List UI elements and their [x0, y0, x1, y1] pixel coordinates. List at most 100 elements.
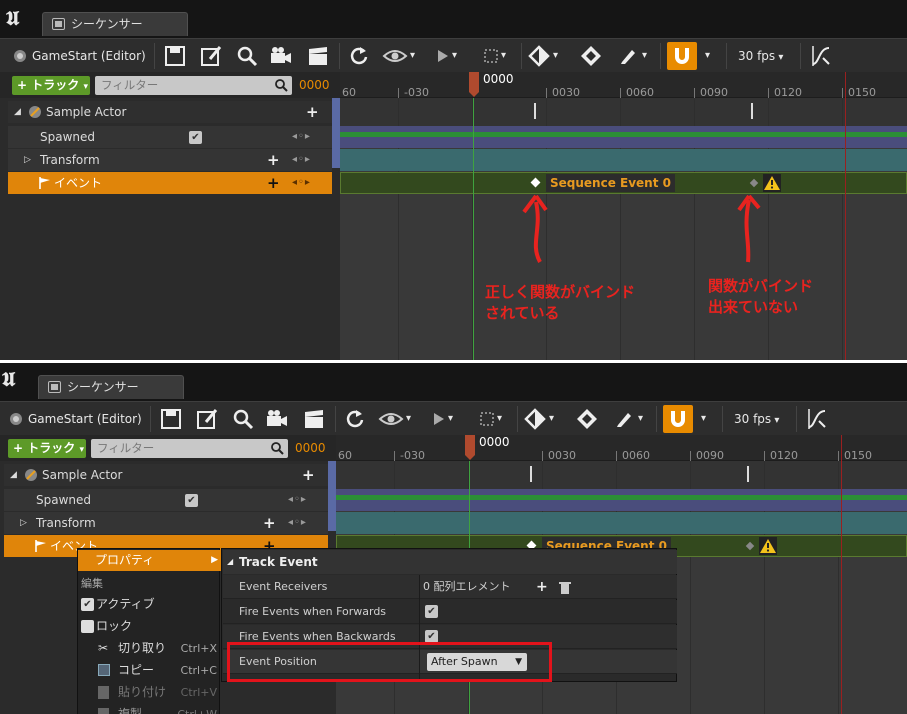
menu-item-paste[interactable]: 貼り付け Ctrl+V — [78, 682, 221, 703]
curve-editor-button[interactable] — [804, 405, 830, 433]
key-navigation-icon[interactable]: ◂◦▸ — [288, 489, 307, 511]
snap-options-dropdown[interactable]: ▾ — [705, 42, 719, 70]
menu-item-active[interactable]: ✔ アクティブ — [78, 594, 221, 615]
refresh-icon — [350, 47, 368, 65]
add-track-button[interactable]: + トラック ▾ — [12, 76, 90, 95]
save-as-button[interactable] — [198, 42, 224, 70]
track-row-transform[interactable]: ▷ Transform + ◂◦▸ — [4, 512, 328, 534]
playhead-icon[interactable] — [468, 72, 480, 98]
add-button[interactable]: + — [306, 101, 319, 123]
property-value: 0 配列エレメント — [423, 580, 511, 593]
add-button[interactable]: + — [267, 149, 280, 171]
menu-item-label: コピー — [118, 663, 155, 677]
actor-key-marker[interactable] — [751, 103, 753, 119]
time-ruler[interactable]: 60 -030 0030 0060 0090 0120 0150 0000 — [336, 435, 907, 462]
view-options-dropdown[interactable]: ▾ — [378, 405, 418, 433]
filter-input[interactable]: フィルター — [95, 76, 292, 95]
key-navigation-icon[interactable]: ◂◦▸ — [292, 149, 311, 171]
snap-options-dropdown[interactable]: ▾ — [701, 405, 715, 433]
spawned-checkbox[interactable]: ✔ — [185, 494, 198, 507]
tab-sequencer[interactable]: シーケンサー — [38, 375, 184, 399]
auto-key-button[interactable] — [574, 405, 600, 433]
key-navigation-icon[interactable]: ◂◦▸ — [288, 512, 307, 534]
add-track-button[interactable]: + トラック ▾ — [8, 439, 86, 458]
curve-editor-button[interactable] — [808, 42, 834, 70]
menu-item-duplicate[interactable]: 複製 Ctrl+W — [78, 704, 221, 714]
restore-state-button[interactable] — [342, 405, 368, 433]
transform-section[interactable] — [340, 149, 907, 171]
snap-toggle[interactable] — [663, 405, 693, 433]
key-navigation-icon[interactable]: ◂◦▸ — [292, 126, 311, 148]
save-button[interactable] — [158, 405, 184, 433]
fps-dropdown[interactable]: 30 fps ▾ — [734, 405, 794, 433]
view-options-dropdown[interactable]: ▾ — [382, 42, 422, 70]
scrollbar[interactable] — [332, 98, 340, 168]
spawned-section[interactable] — [336, 489, 907, 511]
menu-item-properties[interactable]: プロパティ ▶ — [78, 550, 221, 571]
expanded-arrow-icon[interactable]: ◢ — [14, 101, 21, 123]
transform-section[interactable] — [336, 512, 907, 534]
key-navigation-icon[interactable]: ◂◦▸ — [292, 172, 311, 194]
context-label: GameStart (Editor) — [32, 49, 146, 63]
spawned-section[interactable] — [340, 126, 907, 148]
shortcut-label: Ctrl+V — [180, 686, 217, 699]
chevron-down-icon: ▾ — [448, 413, 454, 424]
selection-options-dropdown[interactable]: ▾ — [478, 405, 508, 433]
time-ruler[interactable]: 60 -030 0030 0060 0090 0120 0150 0000 — [340, 72, 907, 99]
expanded-arrow-icon[interactable]: ◢ — [10, 464, 17, 486]
context-dropdown[interactable]: GameStart (Editor) ▾ — [4, 405, 144, 454]
selection-options-dropdown[interactable]: ▾ — [482, 42, 512, 70]
track-row-spawned[interactable]: Spawned ✔ ◂◦▸ — [8, 126, 332, 148]
key-options-dropdown[interactable]: ▾ — [524, 405, 560, 433]
track-row-sample-actor[interactable]: ◢ Sample Actor + — [4, 464, 328, 486]
lock-checkbox[interactable] — [81, 620, 94, 633]
properties-header[interactable]: ◢ Track Event — [223, 550, 677, 574]
collapsed-arrow-icon[interactable]: ▷ — [24, 149, 31, 171]
trash-icon[interactable] — [559, 581, 571, 594]
add-button[interactable]: + — [263, 512, 276, 534]
spawned-checkbox[interactable]: ✔ — [189, 131, 202, 144]
expanded-arrow-icon: ◢ — [227, 557, 234, 566]
key-options-dropdown[interactable]: ▾ — [528, 42, 564, 70]
refresh-icon — [346, 410, 364, 428]
edit-mode-dropdown[interactable]: ▾ — [618, 42, 654, 70]
playhead-icon[interactable] — [464, 435, 476, 461]
menu-item-label: アクティブ — [96, 597, 155, 611]
event-key-label[interactable]: Sequence Event 0 — [546, 174, 675, 192]
add-button[interactable]: + — [267, 172, 280, 194]
track-row-sample-actor[interactable]: ◢ Sample Actor + — [8, 101, 332, 123]
scrollbar[interactable] — [328, 461, 336, 531]
actor-key-marker[interactable] — [534, 103, 536, 119]
menu-item-lock[interactable]: ロック — [78, 616, 221, 637]
add-element-icon[interactable]: + — [536, 575, 548, 599]
actor-key-marker[interactable] — [530, 466, 532, 482]
fps-dropdown[interactable]: 30 fps ▾ — [738, 42, 798, 70]
snap-toggle[interactable] — [667, 42, 697, 70]
fire-forwards-checkbox[interactable]: ✔ — [425, 605, 438, 618]
camera-button[interactable] — [264, 405, 290, 433]
add-button[interactable]: + — [302, 464, 315, 486]
tab-sequencer[interactable]: シーケンサー — [42, 12, 188, 36]
menu-item-copy[interactable]: コピー Ctrl+C — [78, 660, 221, 681]
restore-state-button[interactable] — [346, 42, 372, 70]
filter-input[interactable]: フィルター — [91, 439, 288, 458]
playback-options-dropdown[interactable]: ▾ — [434, 42, 464, 70]
active-checkbox[interactable]: ✔ — [81, 598, 94, 611]
find-in-browser-button[interactable] — [234, 42, 260, 70]
menu-item-cut[interactable]: ✂ 切り取り Ctrl+X — [78, 638, 221, 659]
camera-button[interactable] — [268, 42, 294, 70]
render-movie-button[interactable] — [305, 42, 331, 70]
save-as-button[interactable] — [194, 405, 220, 433]
track-row-transform[interactable]: ▷ Transform + ◂◦▸ — [8, 149, 332, 171]
track-row-event[interactable]: イベント + ◂◦▸ — [8, 172, 332, 194]
collapsed-arrow-icon[interactable]: ▷ — [20, 512, 27, 534]
context-dropdown[interactable]: GameStart (Editor) ▾ — [8, 42, 148, 91]
actor-key-marker[interactable] — [747, 466, 749, 482]
edit-mode-dropdown[interactable]: ▾ — [614, 405, 650, 433]
track-row-spawned[interactable]: Spawned ✔ ◂◦▸ — [4, 489, 328, 511]
render-movie-button[interactable] — [301, 405, 327, 433]
find-in-browser-button[interactable] — [230, 405, 256, 433]
save-button[interactable] — [162, 42, 188, 70]
auto-key-button[interactable] — [578, 42, 604, 70]
playback-options-dropdown[interactable]: ▾ — [430, 405, 460, 433]
